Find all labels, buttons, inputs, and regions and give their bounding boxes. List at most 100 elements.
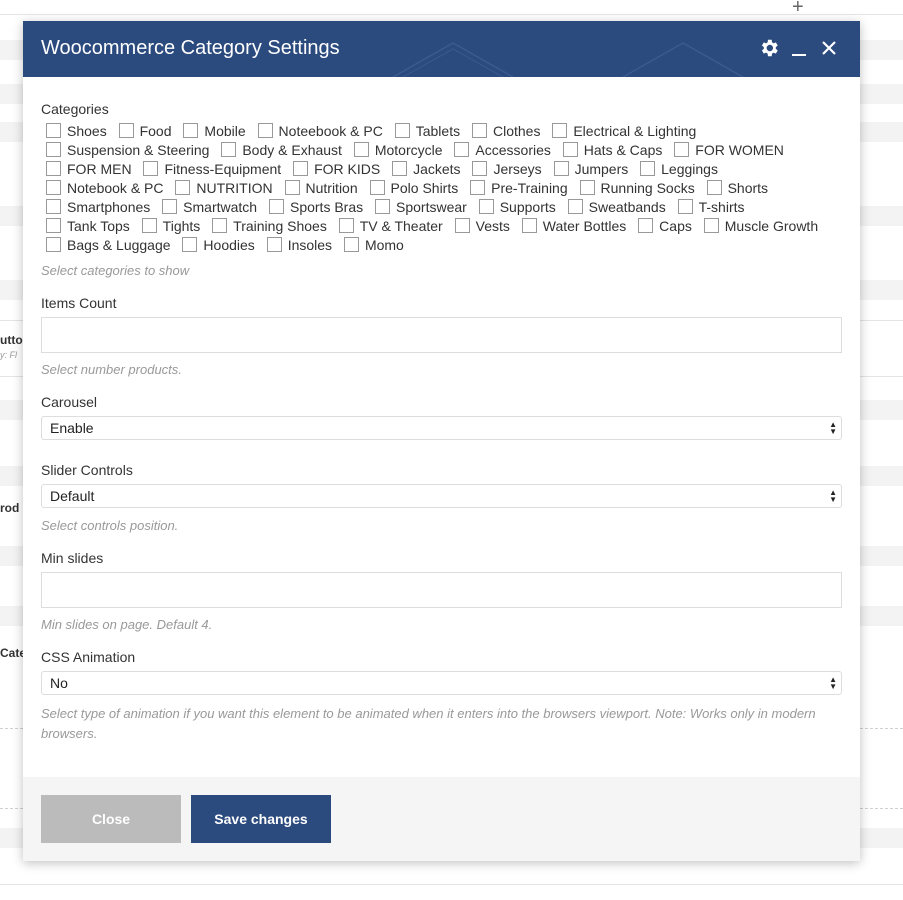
category-checkbox[interactable] xyxy=(46,142,61,157)
category-option[interactable]: Supports xyxy=(474,199,559,215)
carousel-select[interactable]: Enable ▲ ▼ xyxy=(41,416,842,440)
category-checkbox[interactable] xyxy=(454,142,470,157)
category-checkbox[interactable] xyxy=(46,237,61,252)
category-checkbox[interactable] xyxy=(141,218,157,233)
category-option[interactable]: Training Shoes xyxy=(207,218,330,234)
close-button[interactable]: Close xyxy=(41,795,181,843)
category-option[interactable]: Muscle Growth xyxy=(699,218,821,234)
category-option[interactable]: Accessories xyxy=(449,142,553,158)
category-checkbox[interactable] xyxy=(284,180,300,195)
category-option[interactable]: Body & Exhaust xyxy=(216,142,345,158)
category-option[interactable]: Jackets xyxy=(387,161,463,177)
category-option[interactable]: Shoes xyxy=(41,123,110,139)
category-checkbox[interactable] xyxy=(212,218,228,233)
category-checkbox[interactable] xyxy=(703,218,719,233)
category-checkbox[interactable] xyxy=(338,218,354,233)
category-option[interactable]: Clothes xyxy=(467,123,543,139)
category-option[interactable]: Momo xyxy=(339,237,407,253)
category-checkbox[interactable] xyxy=(182,237,198,252)
category-checkbox[interactable] xyxy=(175,180,191,195)
category-checkbox[interactable] xyxy=(162,199,178,214)
category-option[interactable]: Jumpers xyxy=(549,161,632,177)
category-checkbox[interactable] xyxy=(706,180,722,195)
category-option[interactable]: Shorts xyxy=(702,180,771,196)
category-option[interactable]: Caps xyxy=(633,218,695,234)
min-slides-input[interactable] xyxy=(41,572,842,608)
category-checkbox[interactable] xyxy=(640,161,656,176)
category-option[interactable]: Jerseys xyxy=(467,161,544,177)
category-option[interactable]: FOR MEN xyxy=(41,161,135,177)
css-animation-select[interactable]: No ▲ ▼ xyxy=(41,671,842,695)
category-option[interactable]: Tights xyxy=(137,218,204,234)
category-checkbox[interactable] xyxy=(118,123,134,138)
category-checkbox[interactable] xyxy=(394,123,410,138)
category-option[interactable]: Polo Shirts xyxy=(365,180,462,196)
category-option[interactable]: Tank Tops xyxy=(41,218,133,234)
category-checkbox[interactable] xyxy=(46,161,61,176)
category-checkbox[interactable] xyxy=(221,142,237,157)
category-checkbox[interactable] xyxy=(472,161,488,176)
category-checkbox[interactable] xyxy=(471,123,487,138)
category-checkbox[interactable] xyxy=(674,142,690,157)
category-option[interactable]: Fitness-Equipment xyxy=(138,161,284,177)
category-option[interactable]: Motorcycle xyxy=(349,142,446,158)
category-checkbox[interactable] xyxy=(266,237,282,252)
category-option[interactable]: Smartwatch xyxy=(157,199,260,215)
close-icon[interactable] xyxy=(819,37,843,61)
category-checkbox[interactable] xyxy=(562,142,578,157)
category-option[interactable]: Sweatbands xyxy=(563,199,669,215)
category-checkbox[interactable] xyxy=(46,180,61,195)
category-checkbox[interactable] xyxy=(46,218,61,233)
minimize-icon[interactable] xyxy=(789,37,813,61)
category-option[interactable]: Water Bottles xyxy=(517,218,630,234)
category-checkbox[interactable] xyxy=(268,199,284,214)
category-option[interactable]: Sports Bras xyxy=(264,199,366,215)
category-checkbox[interactable] xyxy=(552,123,568,138)
category-checkbox[interactable] xyxy=(369,180,385,195)
category-checkbox[interactable] xyxy=(677,199,693,214)
items-count-input[interactable] xyxy=(41,317,842,353)
category-option[interactable]: Nutrition xyxy=(280,180,361,196)
category-checkbox[interactable] xyxy=(567,199,583,214)
category-option[interactable]: Notebook & PC xyxy=(41,180,167,196)
category-option[interactable]: Mobile xyxy=(178,123,248,139)
category-option[interactable]: Insoles xyxy=(262,237,335,253)
category-checkbox[interactable] xyxy=(638,218,654,233)
category-checkbox[interactable] xyxy=(392,161,408,176)
category-option[interactable]: Noteebook & PC xyxy=(253,123,386,139)
category-checkbox[interactable] xyxy=(454,218,470,233)
category-checkbox[interactable] xyxy=(353,142,369,157)
category-option[interactable]: Pre-Training xyxy=(465,180,571,196)
category-option[interactable]: Smartphones xyxy=(41,199,153,215)
slider-controls-select[interactable]: Default ▲ ▼ xyxy=(41,484,842,508)
category-checkbox[interactable] xyxy=(143,161,159,176)
category-option[interactable]: Hats & Caps xyxy=(558,142,666,158)
category-option[interactable]: Leggings xyxy=(635,161,721,177)
category-option[interactable]: Suspension & Steering xyxy=(41,142,212,158)
category-option[interactable]: Sportswear xyxy=(370,199,470,215)
category-checkbox[interactable] xyxy=(257,123,273,138)
category-option[interactable]: FOR WOMEN xyxy=(669,142,787,158)
category-checkbox[interactable] xyxy=(293,161,309,176)
category-checkbox[interactable] xyxy=(46,199,61,214)
category-option[interactable]: Electrical & Lighting xyxy=(547,123,699,139)
category-checkbox[interactable] xyxy=(521,218,537,233)
category-checkbox[interactable] xyxy=(478,199,494,214)
category-checkbox[interactable] xyxy=(375,199,391,214)
save-changes-button[interactable]: Save changes xyxy=(191,795,331,843)
plus-icon[interactable]: + xyxy=(792,0,804,19)
category-checkbox[interactable] xyxy=(343,237,359,252)
gear-icon[interactable] xyxy=(758,37,782,61)
category-checkbox[interactable] xyxy=(579,180,595,195)
category-option[interactable]: Hoodies xyxy=(177,237,257,253)
category-option[interactable]: Tablets xyxy=(390,123,463,139)
category-option[interactable]: Bags & Luggage xyxy=(41,237,174,253)
category-option[interactable]: Food xyxy=(114,123,175,139)
category-option[interactable]: T-shirts xyxy=(673,199,748,215)
category-checkbox[interactable] xyxy=(46,123,61,138)
category-option[interactable]: NUTRITION xyxy=(170,180,275,196)
category-checkbox[interactable] xyxy=(553,161,569,176)
category-option[interactable]: FOR KIDS xyxy=(288,161,383,177)
category-option[interactable]: Vests xyxy=(450,218,513,234)
category-option[interactable]: Running Socks xyxy=(575,180,698,196)
